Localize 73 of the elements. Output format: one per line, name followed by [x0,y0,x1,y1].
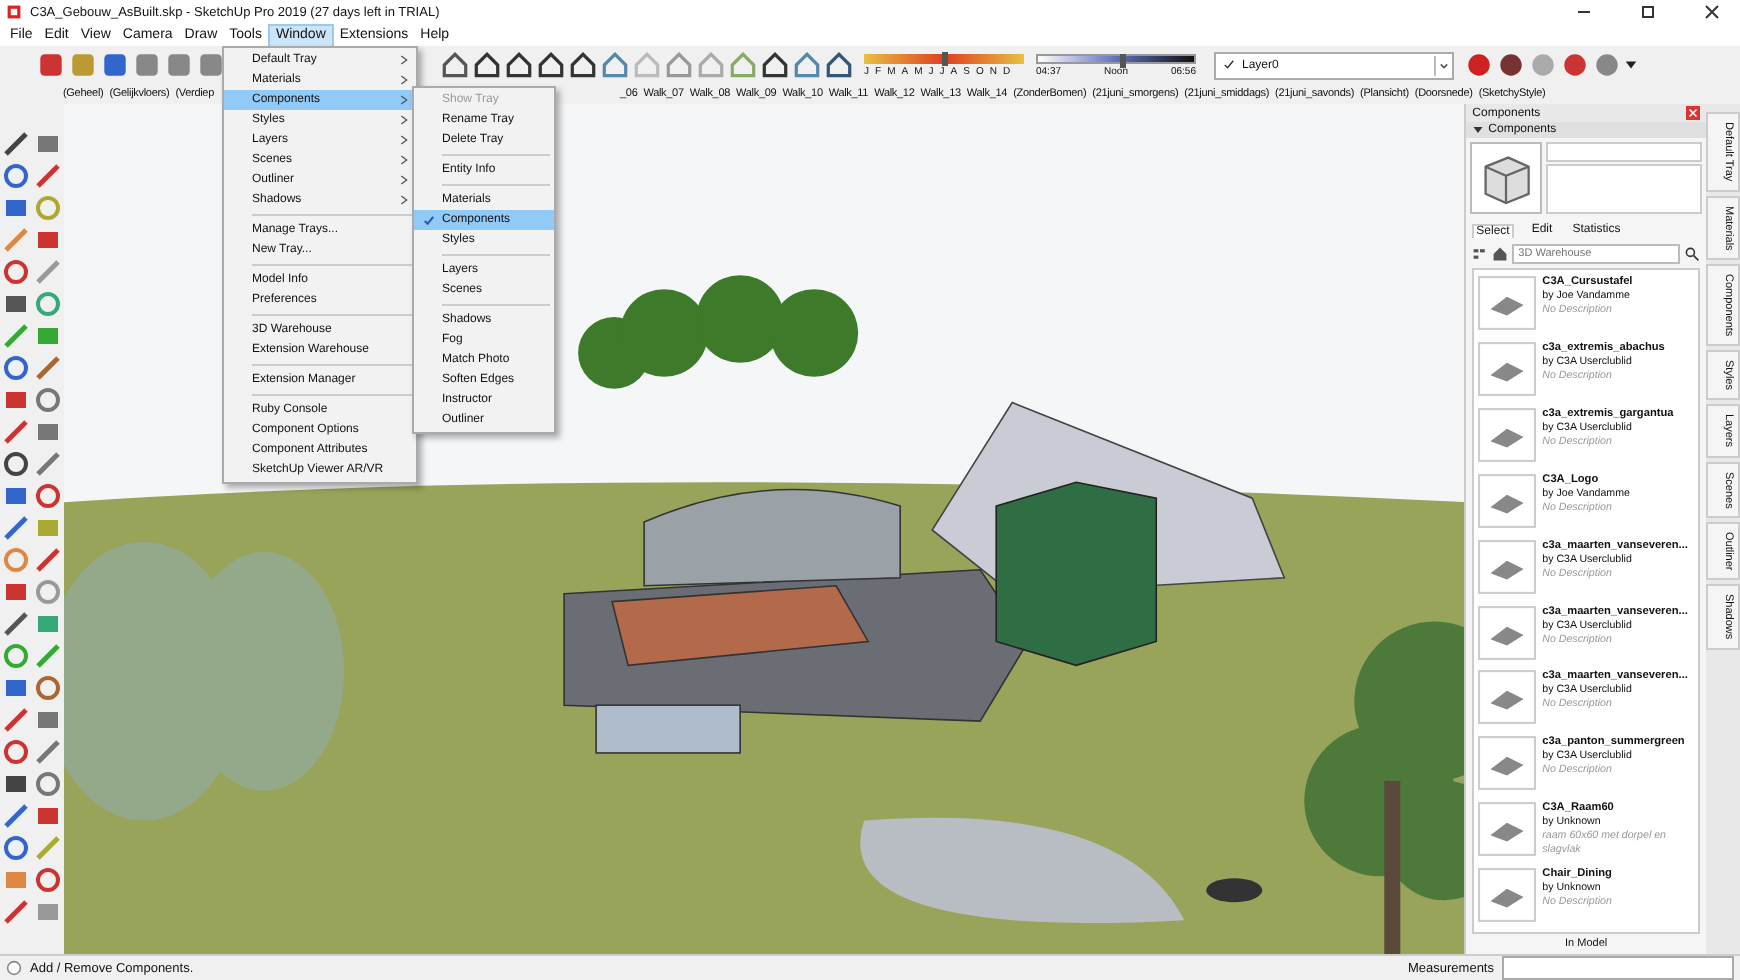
tool-icon[interactable] [34,866,62,894]
table-drawing [1206,878,1263,903]
toolbar-icon[interactable] [100,50,130,80]
toolbar-icon[interactable] [536,50,566,80]
tool-icon[interactable] [2,674,30,702]
slider-thumb[interactable] [941,51,947,65]
info-icon [6,960,22,976]
tool-icon[interactable] [2,194,30,222]
tool-icon[interactable] [2,482,30,510]
tool-icon[interactable] [2,386,30,414]
tool-icon[interactable] [34,226,62,254]
name-field[interactable] [1546,142,1703,162]
tool-icon[interactable] [34,162,62,190]
toolbar-icon[interactable] [824,50,854,80]
toolbar-icon[interactable] [1496,50,1526,80]
tool-icon[interactable] [34,450,62,478]
tool-icon[interactable] [34,770,62,798]
toolbar-icon[interactable] [504,50,534,80]
toolbar-icon[interactable] [1464,50,1494,80]
time-slider-track[interactable] [1036,53,1196,63]
tool-icon[interactable] [2,770,30,798]
maximize-icon[interactable] [1638,2,1658,22]
component-thumbnail[interactable] [1478,868,1537,923]
tool-icon[interactable] [2,578,30,606]
tool-icon[interactable] [2,450,30,478]
slider-thumb[interactable] [1120,53,1127,67]
component-thumbnail[interactable] [1478,736,1537,791]
tool-icon[interactable] [34,706,62,734]
measurements-field[interactable] [1502,956,1734,980]
toolbar-icon[interactable] [760,50,790,80]
tool-icon[interactable] [2,130,30,158]
component-thumbnail[interactable] [1478,539,1537,594]
component-thumbnail[interactable] [1478,802,1537,857]
tool-icon[interactable] [2,706,30,734]
component-thumbnail[interactable] [1478,276,1537,330]
component-thumbnail[interactable] [1478,407,1537,462]
check-icon [1222,58,1236,72]
home-icon[interactable] [1492,246,1509,262]
month-slider-track[interactable] [864,53,1024,63]
tool-icon[interactable] [34,802,62,830]
description-field[interactable] [1546,164,1703,214]
dropdown-arrow-icon [1434,55,1452,75]
component-thumbnail[interactable] [1478,473,1537,528]
component-thumbnail[interactable] [1478,670,1537,725]
caret-icon[interactable] [1624,58,1638,72]
tool-icon[interactable] [34,418,62,446]
component-thumbnail[interactable] [1478,605,1537,660]
tool-icon[interactable] [2,258,30,286]
tool-icon[interactable] [34,130,62,158]
toolbar-icon[interactable] [440,50,470,80]
tool-icon[interactable] [34,546,62,574]
search-icon[interactable] [1684,246,1701,262]
tool-icon[interactable] [2,834,30,862]
tool-icon[interactable] [34,482,62,510]
tool-icon[interactable] [2,354,30,382]
tool-icon[interactable] [2,418,30,446]
view-options-icon[interactable] [1472,246,1489,262]
tool-icon[interactable] [34,738,62,766]
toolbar-icon[interactable] [472,50,502,80]
tool-icon[interactable] [2,738,30,766]
tool-icon[interactable] [2,514,30,542]
component-preview-icon [1470,142,1543,214]
component-thumbnail[interactable] [1478,341,1537,396]
tool-icon[interactable] [2,610,30,638]
tool-icon[interactable] [34,674,62,702]
tool-icon[interactable] [34,386,62,414]
tool-icon[interactable] [2,898,30,926]
toolbar-icon[interactable] [568,50,598,80]
tool-icon[interactable] [34,354,62,382]
tool-icon[interactable] [2,162,30,190]
close-icon[interactable] [1702,2,1722,22]
tool-icon[interactable] [2,290,30,318]
tool-icon[interactable] [2,802,30,830]
